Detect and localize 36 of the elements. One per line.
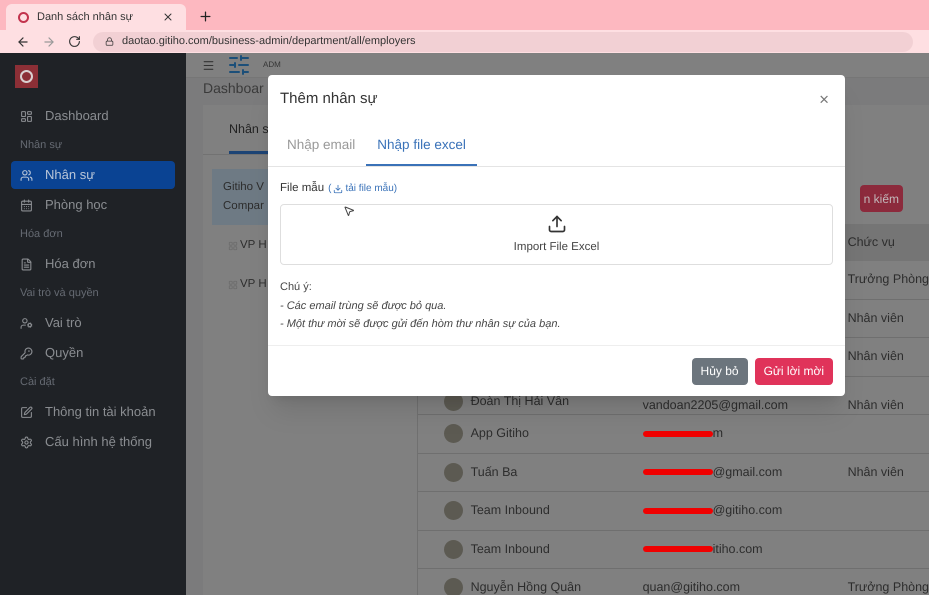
employee-email: @gmail.com xyxy=(712,464,782,481)
employee-role: Nhân viên xyxy=(848,310,904,325)
employee-role: Trưởng Phòng xyxy=(848,272,929,286)
upload-label: Import File Excel xyxy=(514,240,600,255)
sidebar-section-label: Cài đặt xyxy=(20,375,55,390)
column-header: Chức vụ xyxy=(848,234,895,252)
employee-email: itiho.com xyxy=(712,540,763,558)
template-label: File mẫu xyxy=(280,180,324,196)
employee-name: Nguyễn Hồng Quân xyxy=(470,579,582,595)
user-role: ADM xyxy=(263,59,281,71)
employee-role: Trưởng Phòng xyxy=(848,580,929,594)
sidebar-section-label: Nhân sự xyxy=(20,138,62,154)
employee-role: Nhân viên xyxy=(848,398,904,412)
sidebar-section-label: Vai trò và quyền xyxy=(20,286,99,302)
department-name: VP H xyxy=(240,238,267,253)
note-text: - Các email trùng sẽ được bỏ qua. xyxy=(280,298,448,314)
employee-email: m xyxy=(712,425,723,442)
employee-role: Nhân viên xyxy=(848,349,904,364)
employee-name: App Gitiho xyxy=(470,425,529,442)
employee-email: vandoan2205@gmail.com xyxy=(642,398,788,411)
employee-email: quan@gitiho.com xyxy=(642,579,740,595)
note-text: - Một thư mời sẽ được gửi đến hòm thư nhân sự của bạn. xyxy=(280,317,562,332)
employee-name: Tuấn Ba xyxy=(470,464,518,481)
employee-role: Nhân viên xyxy=(848,464,904,479)
employee-name: Team Inbound xyxy=(470,502,550,520)
modal-title: Thêm nhân sự xyxy=(280,88,378,109)
employee-name: Đoàn Thị Hải Vân xyxy=(470,395,570,408)
department-name: Compar xyxy=(223,199,264,214)
note-title: Chú ý: xyxy=(280,280,313,296)
breadcrumb: Dashboar xyxy=(203,79,264,98)
employee-email: @gitiho.com xyxy=(712,502,782,520)
department-name: VP H xyxy=(240,277,267,292)
department-name: Gitiho V xyxy=(223,180,264,195)
sidebar-section-label: Hóa đơn xyxy=(20,227,63,242)
tab-title: Danh sách nhân sự xyxy=(37,10,134,25)
employee-name: Team Inbound xyxy=(470,540,550,558)
